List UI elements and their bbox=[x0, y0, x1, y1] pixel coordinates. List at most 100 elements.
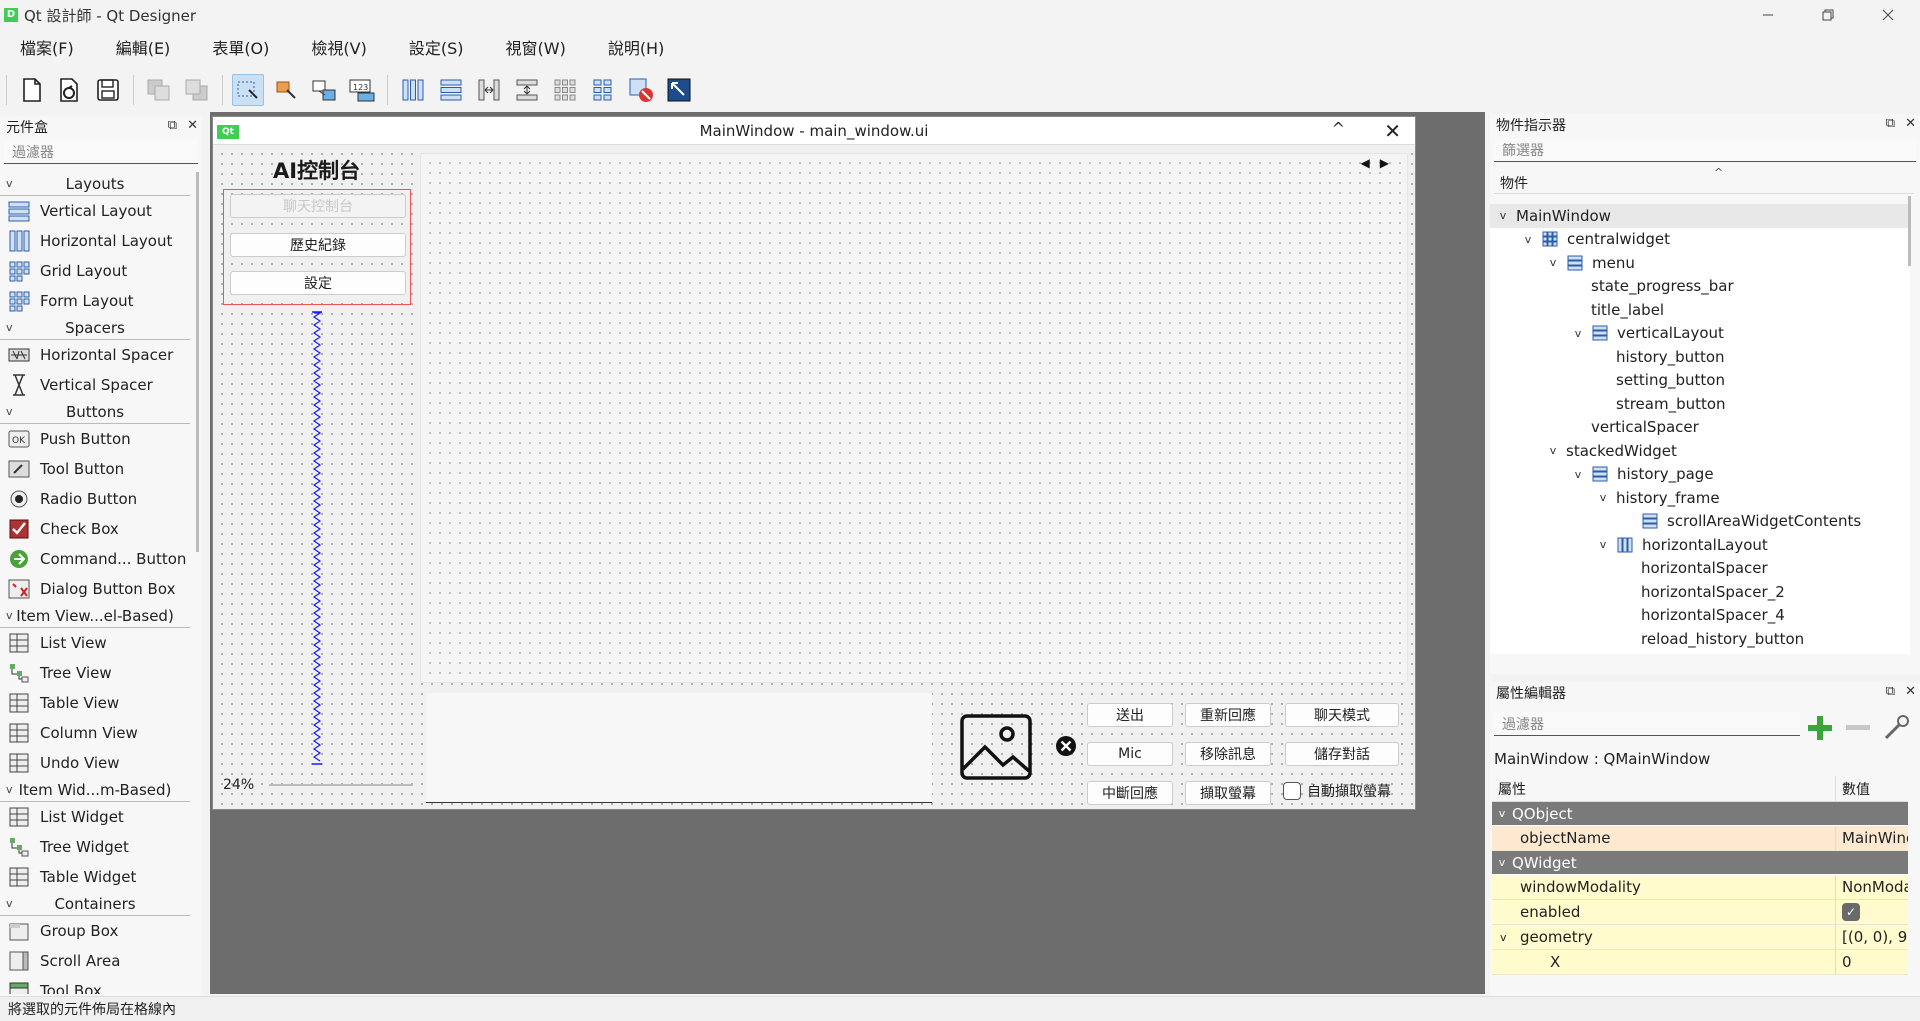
grid-layout-icon[interactable] bbox=[549, 74, 581, 106]
widget-item[interactable]: Scroll Area bbox=[0, 946, 196, 976]
close-icon[interactable]: ✕ bbox=[187, 118, 198, 133]
horizontal-layout-icon[interactable] bbox=[397, 74, 429, 106]
widget-item[interactable]: Vertical Spacer bbox=[0, 370, 196, 400]
edit-tab-order-icon[interactable]: 123 bbox=[346, 74, 378, 106]
tree-item[interactable]: stream_button bbox=[1490, 392, 1910, 416]
form-window[interactable]: Qt MainWindow - main_window.ui ^ ✕ AI控制台… bbox=[212, 116, 1416, 810]
property-value-cell[interactable]: 0 bbox=[1836, 950, 1908, 974]
chevron-down-icon[interactable]: v bbox=[1521, 233, 1535, 246]
property-filter-input[interactable]: 過濾器 bbox=[1494, 712, 1800, 736]
restore-button[interactable] bbox=[1800, 0, 1856, 30]
remove-property-icon[interactable] bbox=[1844, 714, 1872, 742]
tree-item[interactable]: state_progress_bar bbox=[1490, 275, 1910, 299]
menu-item[interactable]: 說明(H) bbox=[608, 33, 665, 61]
vertical-spacer[interactable] bbox=[310, 311, 324, 765]
title-label[interactable]: AI控制台 bbox=[273, 155, 360, 185]
tree-item[interactable]: history_button bbox=[1490, 345, 1910, 369]
widget-category[interactable]: v Item View...el-Based) bbox=[0, 604, 190, 628]
widget-item[interactable]: Tree Widget bbox=[0, 832, 196, 862]
float-icon[interactable]: ⧉ bbox=[168, 118, 177, 133]
collapse-icon[interactable]: ^ bbox=[1332, 119, 1345, 138]
tree-item[interactable]: v centralwidget bbox=[1490, 228, 1910, 252]
send-to-back-icon[interactable] bbox=[181, 74, 213, 106]
tree-item[interactable]: horizontalSpacer_4 bbox=[1490, 604, 1910, 628]
widget-item[interactable]: Group Box bbox=[0, 916, 196, 946]
widget-item[interactable]: Command... Button bbox=[0, 544, 196, 574]
setting-button[interactable]: 設定 bbox=[230, 271, 406, 295]
remove-image-icon[interactable] bbox=[1055, 735, 1077, 757]
tree-item[interactable]: v horizontalLayout bbox=[1490, 533, 1910, 557]
minimize-button[interactable] bbox=[1740, 0, 1796, 30]
value-column-header[interactable]: 數值 bbox=[1836, 776, 1870, 801]
property-row[interactable]: objectName MainWindow bbox=[1492, 826, 1908, 851]
tree-item[interactable]: verticalSpacer bbox=[1490, 416, 1910, 440]
break-layout-icon[interactable] bbox=[625, 74, 657, 106]
bring-to-front-icon[interactable] bbox=[143, 74, 175, 106]
tree-item[interactable]: setting_button bbox=[1490, 369, 1910, 393]
widget-category[interactable]: v Item Wid...m-Based) bbox=[0, 778, 190, 802]
widget-item[interactable]: Dialog Button Box bbox=[0, 574, 196, 604]
tree-item[interactable]: reload_history_button bbox=[1490, 627, 1910, 651]
state-progress-bar[interactable] bbox=[269, 784, 413, 786]
chevron-down-icon[interactable]: v bbox=[1496, 209, 1510, 222]
edit-signals-icon[interactable] bbox=[270, 74, 302, 106]
save-icon[interactable] bbox=[92, 74, 124, 106]
widget-item[interactable]: OK Push Button bbox=[0, 424, 196, 454]
chevron-down-icon[interactable]: v bbox=[1571, 468, 1585, 481]
vertical-splitter-icon[interactable] bbox=[511, 74, 543, 106]
edit-buddies-icon[interactable] bbox=[308, 74, 340, 106]
property-row[interactable]: enabled ✓ bbox=[1492, 900, 1908, 925]
menu-item[interactable]: 設定(S) bbox=[409, 33, 464, 61]
save-chat-button[interactable]: 儲存對話 bbox=[1285, 742, 1399, 766]
widget-category[interactable]: v Layouts bbox=[0, 172, 190, 196]
tree-item[interactable]: scrollAreaWidgetContents bbox=[1490, 510, 1910, 534]
stacked-widget[interactable]: ◀▶ bbox=[420, 153, 1408, 683]
checkbox-checked-icon[interactable]: ✓ bbox=[1842, 903, 1860, 921]
property-column-header[interactable]: 屬性 bbox=[1492, 776, 1836, 801]
image-icon[interactable] bbox=[959, 713, 1033, 781]
regenerate-button[interactable]: 重新回應 bbox=[1185, 703, 1271, 727]
widget-item[interactable]: List Widget bbox=[0, 802, 196, 832]
chevron-down-icon[interactable]: v bbox=[1546, 256, 1560, 269]
close-icon[interactable]: ✕ bbox=[1905, 684, 1916, 699]
object-filter-input[interactable]: 篩選器 bbox=[1494, 138, 1916, 162]
widget-item[interactable]: Horizontal Spacer bbox=[0, 340, 196, 370]
widget-category[interactable]: v Spacers bbox=[0, 316, 190, 340]
widget-item[interactable]: Vertical Layout bbox=[0, 196, 196, 226]
widget-box-scrollbar[interactable] bbox=[196, 172, 199, 552]
widget-item[interactable]: Form Layout bbox=[0, 286, 196, 316]
horizontal-splitter-icon[interactable] bbox=[473, 74, 505, 106]
float-icon[interactable]: ⧉ bbox=[1886, 684, 1895, 699]
property-group[interactable]: v QObject bbox=[1492, 802, 1908, 826]
property-value-cell[interactable]: ✓ bbox=[1836, 900, 1908, 924]
object-column-header[interactable]: 物件 ^ bbox=[1494, 166, 1914, 194]
tree-item[interactable]: v history_frame bbox=[1490, 486, 1910, 510]
property-group[interactable]: v QWidget bbox=[1492, 851, 1908, 875]
form-layout-icon[interactable] bbox=[587, 74, 619, 106]
vertical-layout-icon[interactable] bbox=[435, 74, 467, 106]
widget-item[interactable]: Tool Box bbox=[0, 976, 196, 994]
form-close-button[interactable]: ✕ bbox=[1384, 119, 1401, 143]
chevron-down-icon[interactable]: v bbox=[1596, 491, 1610, 504]
history-button[interactable]: 歷史紀錄 bbox=[230, 233, 406, 257]
property-value-cell[interactable]: MainWindow bbox=[1836, 826, 1908, 850]
property-row[interactable]: v geometry [(0, 0), 952 bbox=[1492, 925, 1908, 950]
remove-message-button[interactable]: 移除訊息 bbox=[1185, 742, 1271, 766]
adjust-size-icon[interactable] bbox=[663, 74, 695, 106]
add-property-icon[interactable] bbox=[1806, 714, 1834, 742]
new-file-icon[interactable] bbox=[16, 74, 48, 106]
page-nav-arrows[interactable]: ◀▶ bbox=[1361, 156, 1399, 170]
tree-item[interactable]: title_label bbox=[1490, 298, 1910, 322]
tree-item[interactable]: v stackedWidget bbox=[1490, 439, 1910, 463]
menu-item[interactable]: 表單(O) bbox=[212, 33, 269, 61]
close-icon[interactable]: ✕ bbox=[1905, 116, 1916, 131]
property-value-cell[interactable]: NonModal bbox=[1836, 875, 1908, 899]
tree-item[interactable]: v history_page bbox=[1490, 463, 1910, 487]
widget-item[interactable]: Undo View bbox=[0, 748, 196, 778]
widget-category[interactable]: v Containers bbox=[0, 892, 190, 916]
mic-button[interactable]: Mic bbox=[1087, 742, 1173, 766]
interrupt-button[interactable]: 中斷回應 bbox=[1087, 781, 1173, 805]
widget-item[interactable]: Tool Button bbox=[0, 454, 196, 484]
menu-item[interactable]: 檢視(V) bbox=[311, 33, 366, 61]
menu-item[interactable]: 檔案(F) bbox=[20, 33, 74, 61]
